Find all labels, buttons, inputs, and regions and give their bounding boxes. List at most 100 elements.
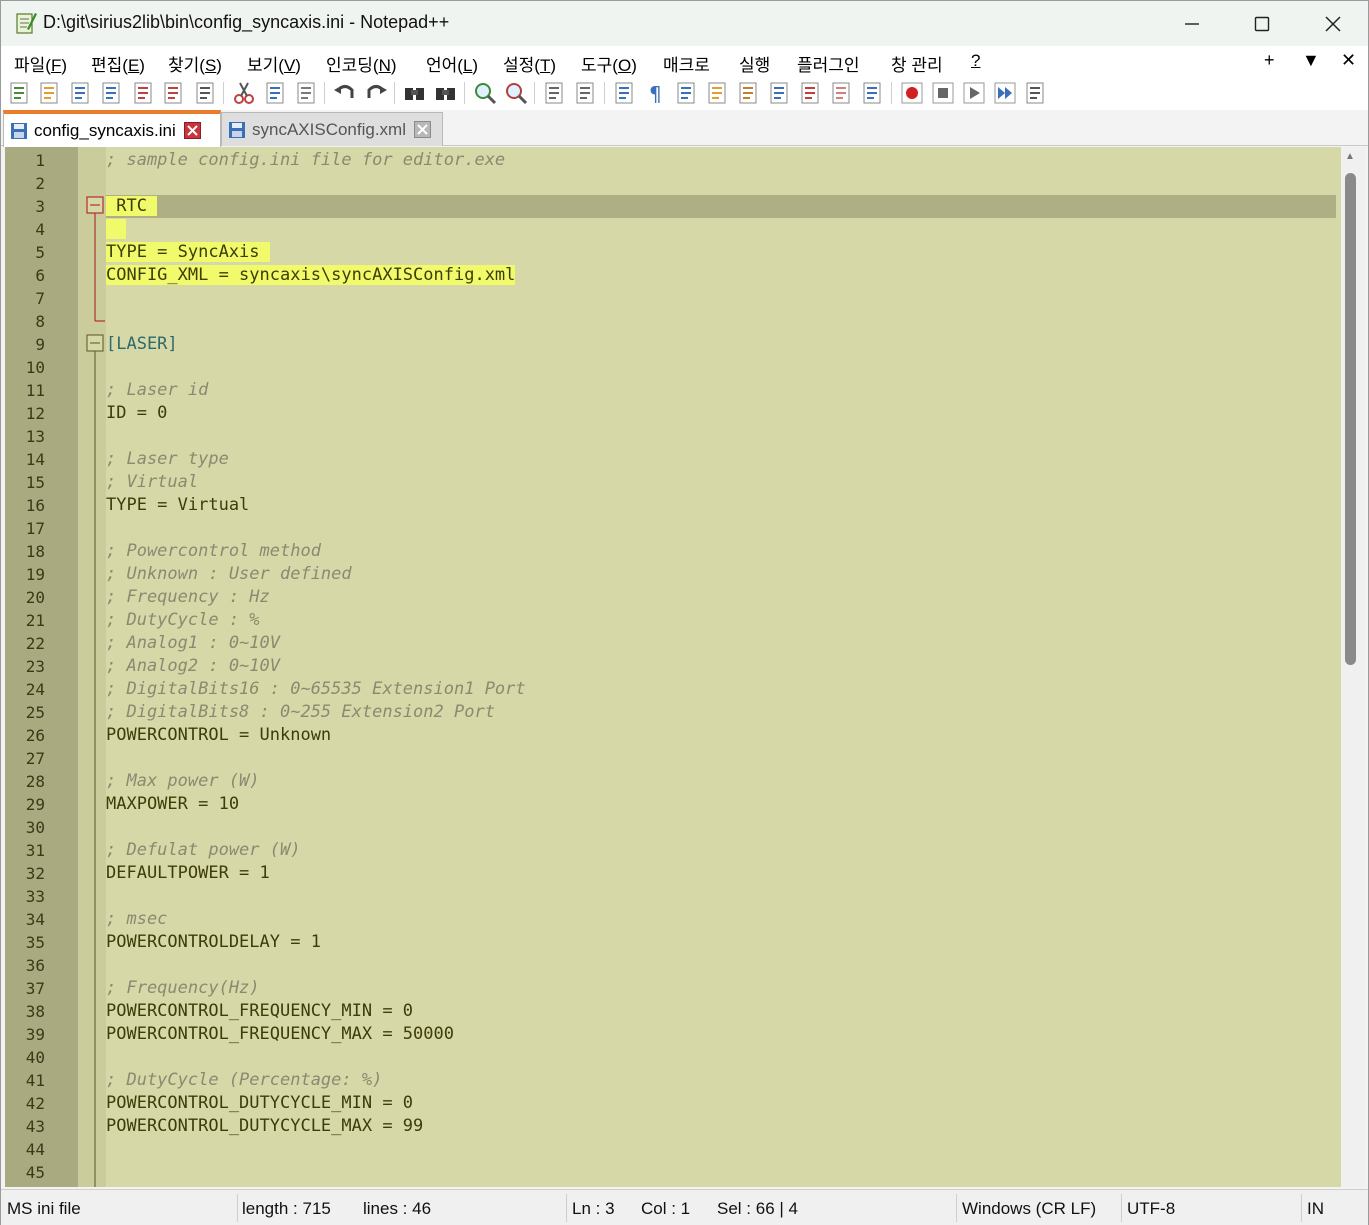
menu-item[interactable]: 파일(F) (14, 51, 67, 76)
code-line[interactable]: POWERCONTROL_DUTYCYCLE_MIN = 0 (106, 1092, 413, 1115)
code-line[interactable]: RTC (106, 195, 158, 218)
code-line[interactable]: ; sample config.ini file for editor.exe (106, 149, 505, 172)
find-icon[interactable] (402, 80, 428, 106)
replace-icon[interactable] (433, 80, 459, 106)
play-macro-icon[interactable] (961, 80, 987, 106)
code-line[interactable]: ; Analog2 : 0~10V (106, 655, 280, 678)
indent-guide-icon[interactable] (674, 80, 700, 106)
code-line[interactable]: ; Unknown : User defined (106, 563, 352, 586)
code-line[interactable]: ; Max power (W) (106, 770, 260, 793)
code-editor[interactable]: 1 2 3 4 5 6 7 8 9 10 11 12 13 14 15 16 17 18 19 20 21 22 23 24 2… (5, 147, 1366, 1187)
print-icon[interactable] (193, 80, 219, 106)
zoom-in-icon[interactable] (472, 80, 498, 106)
save-macro-icon[interactable] (1023, 80, 1049, 106)
status-line: Ln : 3 (572, 1199, 615, 1218)
redo-icon[interactable] (363, 80, 389, 106)
save-icon[interactable] (68, 80, 94, 106)
code-line[interactable] (106, 218, 127, 241)
code-line[interactable]: POWERCONTROL_DUTYCYCLE_MAX = 99 (106, 1115, 423, 1138)
close-all-icon[interactable] (161, 80, 187, 106)
code-line[interactable]: TYPE = Virtual (106, 494, 249, 517)
code-line[interactable]: ID = 0 (106, 402, 167, 425)
code-line[interactable]: ; Defulat power (W) (106, 839, 300, 862)
undo-icon[interactable] (332, 80, 358, 106)
tab-close-icon[interactable] (183, 122, 201, 139)
code-line[interactable]: ; Frequency(Hz) (106, 977, 260, 1000)
code-line[interactable]: ; Powercontrol method (106, 540, 321, 563)
code-token: ; Analog1 : 0~10V (106, 633, 280, 653)
code-line[interactable]: MAXPOWER = 10 (106, 793, 239, 816)
add-tab-button[interactable]: + (1264, 50, 1275, 71)
save-all-icon[interactable] (99, 80, 125, 106)
paste-icon[interactable] (294, 80, 320, 106)
code-line[interactable]: TYPE = SyncAxis (106, 241, 270, 264)
line-number: 17 (25, 519, 45, 538)
code-lines[interactable]: ; sample config.ini file for editor.exe … (106, 147, 1336, 1187)
scroll-up-arrow-icon[interactable]: ▲ (1345, 151, 1355, 162)
monitoring-icon[interactable] (860, 80, 886, 106)
sync-vertical-icon[interactable] (542, 80, 568, 106)
code-line[interactable]: POWERCONTROL_FREQUENCY_MAX = 50000 (106, 1023, 454, 1046)
fold-margin[interactable] (78, 147, 106, 1187)
status-eol[interactable]: Windows (CR LF) (962, 1199, 1096, 1219)
code-line[interactable]: ; Virtual (106, 471, 198, 494)
code-line[interactable]: ; Laser type (106, 448, 229, 471)
status-encoding[interactable]: UTF-8 (1127, 1199, 1175, 1219)
menu-item[interactable]: ? (971, 51, 980, 71)
status-insert-mode: IN (1307, 1199, 1324, 1218)
code-line[interactable]: POWERCONTROLDELAY = 1 (106, 931, 321, 954)
code-line[interactable]: POWERCONTROL_FREQUENCY_MIN = 0 (106, 1000, 413, 1023)
stop-record-icon[interactable] (930, 80, 956, 106)
cut-icon[interactable] (231, 80, 257, 106)
code-line[interactable]: ; msec (106, 908, 167, 931)
menu-item[interactable]: 찾기(S) (168, 51, 222, 76)
scrollbar-thumb[interactable] (1345, 173, 1356, 665)
minimize-button[interactable] (1157, 1, 1227, 46)
menu-item[interactable]: 매크로 (663, 51, 710, 76)
menu-item[interactable]: 창 관리 (891, 51, 943, 76)
zoom-out-icon[interactable] (503, 80, 529, 106)
maximize-button[interactable] (1227, 1, 1297, 46)
new-file-icon[interactable] (7, 80, 33, 106)
record-macro-icon[interactable] (899, 80, 925, 106)
menu-item[interactable]: 인코딩(N) (326, 51, 397, 76)
tab-syncaxisconfig-xml[interactable]: syncAXISConfig.xml (221, 112, 443, 146)
code-line[interactable]: [LASER] (106, 333, 178, 356)
doc-list-icon[interactable] (767, 80, 793, 106)
menu-item[interactable]: 실행 (739, 51, 770, 76)
menu-item[interactable]: 설정(T) (503, 51, 556, 76)
code-line[interactable]: ; DutyCycle (Percentage: %) (106, 1069, 382, 1092)
run-macro-multiple-icon[interactable] (992, 80, 1018, 106)
menu-item[interactable]: 도구(O) (581, 51, 637, 76)
close-tab-button[interactable]: ✕ (1341, 50, 1356, 71)
show-all-chars-icon[interactable]: ¶ (643, 80, 669, 106)
code-line[interactable]: ; Frequency : Hz (106, 586, 270, 609)
open-file-icon[interactable] (37, 80, 63, 106)
menu-item[interactable]: 언어(L) (426, 51, 478, 76)
code-line[interactable]: ; DigitalBits8 : 0~255 Extension2 Port (106, 701, 495, 724)
tab-config-syncaxis-ini[interactable]: config_syncaxis.ini (3, 110, 221, 147)
udl-icon[interactable] (705, 80, 731, 106)
code-line[interactable]: CONFIG_XML = syncaxis\syncAXISConfig.xml (106, 264, 516, 287)
menu-item[interactable]: 플러그인 (797, 51, 860, 76)
code-line[interactable]: ; Analog1 : 0~10V (106, 632, 280, 655)
code-line[interactable]: DEFAULTPOWER = 1 (106, 862, 270, 885)
tab-list-button[interactable]: ▼ (1302, 50, 1320, 71)
copy-icon[interactable] (263, 80, 289, 106)
close-icon[interactable] (131, 80, 157, 106)
doc-map-icon[interactable] (736, 80, 762, 106)
close-window-button[interactable] (1298, 1, 1368, 46)
toolbar-separator (223, 82, 224, 104)
menu-item[interactable]: 편집(E) (91, 51, 145, 76)
menu-item[interactable]: 보기(V) (247, 51, 301, 76)
word-wrap-icon[interactable] (612, 80, 638, 106)
tab-close-icon[interactable] (414, 121, 431, 138)
line-number: 6 (35, 266, 45, 285)
function-list-icon[interactable] (798, 80, 824, 106)
code-line[interactable]: ; DutyCycle : % (106, 609, 260, 632)
folder-workspace-icon[interactable] (829, 80, 855, 106)
code-line[interactable]: POWERCONTROL = Unknown (106, 724, 331, 747)
code-line[interactable]: ; DigitalBits16 : 0~65535 Extension1 Por… (106, 678, 526, 701)
sync-horizontal-icon[interactable] (573, 80, 599, 106)
code-line[interactable]: ; Laser id (106, 379, 208, 402)
